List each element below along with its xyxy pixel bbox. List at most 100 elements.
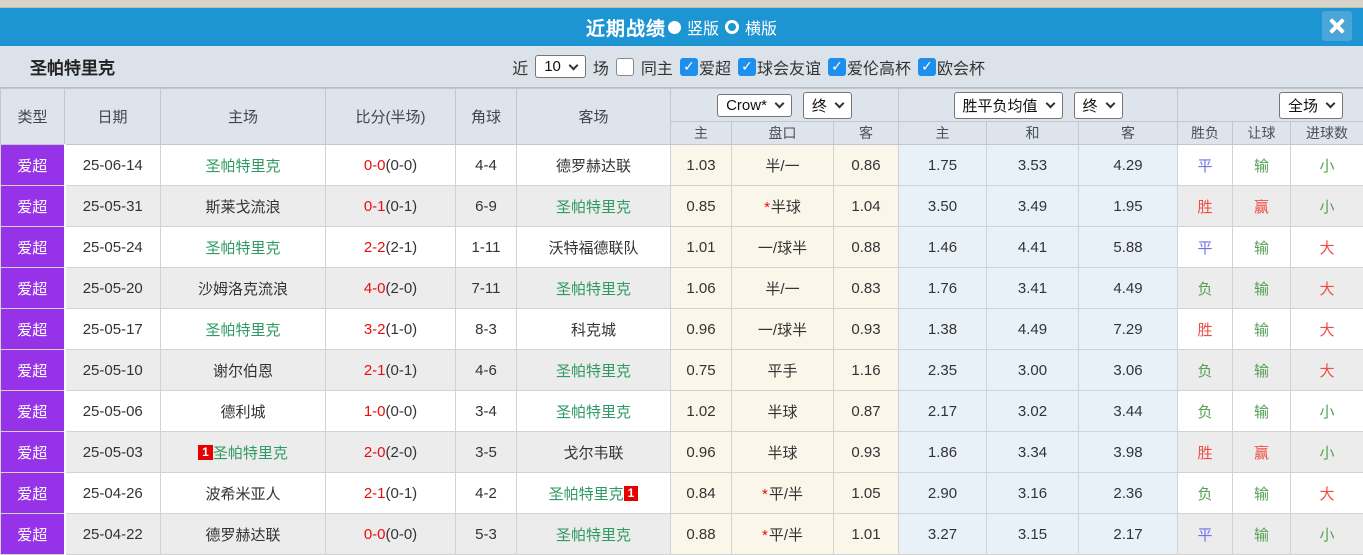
chevron-down-icon [1045, 99, 1055, 109]
league-badge: 爱超 [1, 391, 65, 432]
league-checkbox-conference[interactable]: ✓ [918, 58, 936, 76]
match-count-select[interactable]: 10 [535, 55, 586, 78]
games-label: 场 [593, 55, 609, 79]
result-handicap: 输 [1233, 145, 1291, 186]
crow-home-odds: 1.01 [671, 227, 732, 268]
chevron-down-icon [568, 60, 578, 70]
crow-handicap: 一/球半 [732, 227, 834, 268]
result-wdl: 负 [1178, 268, 1233, 309]
table-row: 爱超25-05-17圣帕特里克3-2(1-0)8-3科克城0.96一/球半0.9… [1, 309, 1363, 350]
league-badge: 爱超 [1, 268, 65, 309]
result-wdl: 胜 [1178, 186, 1233, 227]
red-card-badge: 1 [198, 445, 213, 460]
avg-home-odds: 1.38 [899, 309, 987, 350]
match-date: 25-05-17 [65, 309, 161, 350]
chevron-down-icon [1105, 99, 1115, 109]
result-handicap: 输 [1233, 227, 1291, 268]
league-badge: 爱超 [1, 227, 65, 268]
result-goals: 大 [1291, 309, 1363, 350]
table-row: 爱超25-06-14圣帕特里克0-0(0-0)4-4德罗赫达联1.03半/一0.… [1, 145, 1363, 186]
match-date: 25-05-03 [65, 432, 161, 473]
fulltime-select[interactable]: 全场 [1279, 92, 1343, 119]
score: 0-0(0-0) [326, 145, 456, 186]
subheader-wdl: 胜负 [1178, 122, 1233, 145]
subheader-avg-away: 客 [1079, 122, 1178, 145]
results-table: 类型 日期 主场 比分(半场) 角球 客场 Crow* 终 胜平负均值 终 [0, 88, 1363, 555]
result-handicap: 输 [1233, 391, 1291, 432]
away-team: 沃特福德联队 [517, 227, 671, 268]
corner-score: 3-4 [456, 391, 517, 432]
close-icon[interactable] [1322, 11, 1352, 41]
match-date: 25-06-14 [65, 145, 161, 186]
avg-away-odds: 4.29 [1079, 145, 1178, 186]
avg-draw-odds: 3.49 [987, 186, 1079, 227]
crow-handicap: 半/一 [732, 268, 834, 309]
league-badge: 爱超 [1, 186, 65, 227]
league-badge: 爱超 [1, 473, 65, 514]
team-title: 圣帕特里克 [30, 54, 115, 79]
header-corner: 角球 [456, 89, 517, 145]
avg-away-odds: 2.17 [1079, 514, 1178, 555]
score: 2-0(2-0) [326, 432, 456, 473]
league-label-cup: 爱伦高杯 [847, 55, 911, 79]
corner-score: 1-11 [456, 227, 517, 268]
league-label-friendly: 球会友谊 [757, 55, 821, 79]
league-badge: 爱超 [1, 309, 65, 350]
crow-home-odds: 0.88 [671, 514, 732, 555]
result-handicap: 输 [1233, 473, 1291, 514]
match-date: 25-04-22 [65, 514, 161, 555]
league-label-aichao: 爱超 [699, 55, 731, 79]
avg-time-select[interactable]: 终 [1074, 92, 1123, 119]
result-handicap: 赢 [1233, 432, 1291, 473]
odds-company-select[interactable]: Crow* [717, 94, 792, 117]
page-top-strip [0, 0, 1363, 8]
crow-away-odds: 0.87 [834, 391, 899, 432]
subheader-avg-home: 主 [899, 122, 987, 145]
avg-home-odds: 2.90 [899, 473, 987, 514]
odds-time-select[interactable]: 终 [803, 92, 852, 119]
league-checkbox-aichao[interactable]: ✓ [680, 58, 698, 76]
avg-home-odds: 3.50 [899, 186, 987, 227]
table-row: 爱超25-05-06德利城1-0(0-0)3-4圣帕特里克1.02半球0.872… [1, 391, 1363, 432]
result-wdl: 胜 [1178, 309, 1233, 350]
league-badge: 爱超 [1, 514, 65, 555]
result-wdl: 负 [1178, 473, 1233, 514]
match-date: 25-05-06 [65, 391, 161, 432]
league-checkbox-cup[interactable]: ✓ [828, 58, 846, 76]
crow-handicap: 半/一 [732, 145, 834, 186]
vertical-layout-radio[interactable] [668, 21, 681, 34]
subheader-handicap-result: 让球 [1233, 122, 1291, 145]
league-checkbox-friendly[interactable]: ✓ [738, 58, 756, 76]
match-date: 25-05-24 [65, 227, 161, 268]
table-row: 爱超25-05-24圣帕特里克2-2(2-1)1-11沃特福德联队1.01一/球… [1, 227, 1363, 268]
corner-score: 4-6 [456, 350, 517, 391]
score: 2-1(0-1) [326, 350, 456, 391]
avg-home-odds: 2.17 [899, 391, 987, 432]
recent-results-popup: 近期战绩 竖版 横版 圣帕特里克 近 10 场 同主 ✓ 爱超 ✓ 球会友谊 [0, 0, 1363, 555]
match-date: 25-04-26 [65, 473, 161, 514]
header-away: 客场 [517, 89, 671, 145]
vertical-layout-label: 竖版 [687, 15, 719, 39]
result-goals: 大 [1291, 227, 1363, 268]
crow-home-odds: 1.03 [671, 145, 732, 186]
away-team: 德罗赫达联 [517, 145, 671, 186]
crow-home-odds: 0.96 [671, 432, 732, 473]
red-card-badge: 1 [624, 486, 639, 501]
popup-titlebar: 近期战绩 竖版 横版 [0, 8, 1363, 46]
subheader-crow-home: 主 [671, 122, 732, 145]
avg-home-odds: 1.76 [899, 268, 987, 309]
horizontal-layout-label: 横版 [745, 15, 777, 39]
match-date: 25-05-31 [65, 186, 161, 227]
result-goals: 小 [1291, 432, 1363, 473]
avg-odds-select[interactable]: 胜平负均值 [954, 92, 1063, 119]
result-goals: 大 [1291, 350, 1363, 391]
horizontal-layout-radio[interactable] [725, 20, 739, 34]
home-team: 谢尔伯恩 [161, 350, 326, 391]
table-row: 爱超25-05-20沙姆洛克流浪4-0(2-0)7-11圣帕特里克1.06半/一… [1, 268, 1363, 309]
crow-away-odds: 0.88 [834, 227, 899, 268]
corner-score: 8-3 [456, 309, 517, 350]
home-team: 圣帕特里克 [161, 309, 326, 350]
result-wdl: 负 [1178, 391, 1233, 432]
same-home-checkbox[interactable] [616, 58, 634, 76]
corner-score: 4-2 [456, 473, 517, 514]
